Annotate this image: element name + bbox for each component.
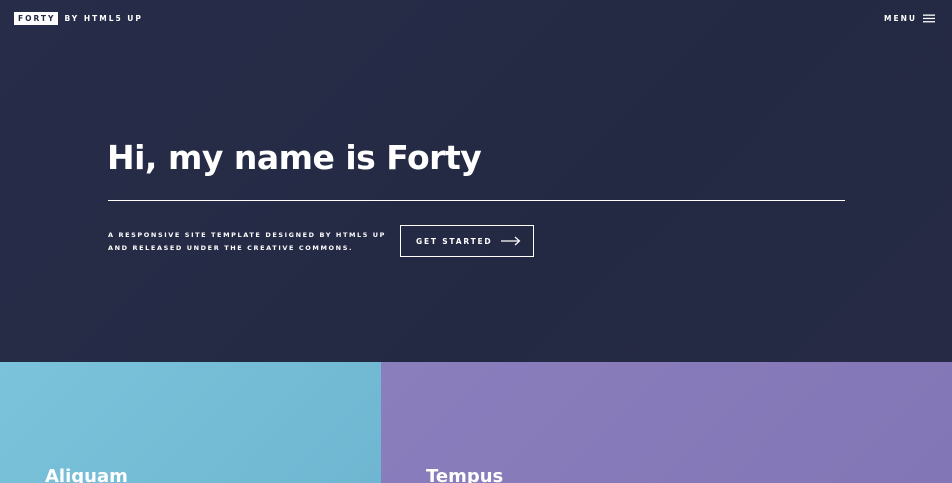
- logo-subtitle: BY HTML5 UP: [64, 14, 143, 23]
- banner-divider: [108, 200, 845, 201]
- get-started-label: GET STARTED: [416, 236, 493, 246]
- tile-tempus[interactable]: Tempus: [381, 362, 952, 483]
- menu-label: MENU: [884, 14, 917, 23]
- site-logo[interactable]: FORTY BY HTML5 UP: [14, 11, 143, 26]
- tagline-line-2: AND RELEASED UNDER THE CREATIVE COMMONS.: [108, 244, 354, 252]
- arrow-right-icon: [501, 236, 521, 246]
- menu-button[interactable]: MENU: [884, 12, 935, 25]
- logo-box: FORTY: [14, 12, 59, 25]
- tile-title: Aliquam: [45, 466, 128, 483]
- banner-title: Hi, my name is Forty: [107, 138, 482, 177]
- tile-title: Tempus: [426, 466, 504, 483]
- tagline-line-1: A RESPONSIVE SITE TEMPLATE DESIGNED BY H…: [108, 231, 387, 239]
- banner: Hi, my name is Forty A RESPONSIVE SITE T…: [0, 0, 952, 362]
- banner-tagline: A RESPONSIVE SITE TEMPLATE DESIGNED BY H…: [108, 229, 398, 255]
- site-header: FORTY BY HTML5 UP MENU: [0, 0, 952, 38]
- get-started-button[interactable]: GET STARTED: [400, 225, 534, 257]
- tile-aliquam[interactable]: Aliquam: [0, 362, 381, 483]
- hamburger-menu-icon: [923, 14, 935, 23]
